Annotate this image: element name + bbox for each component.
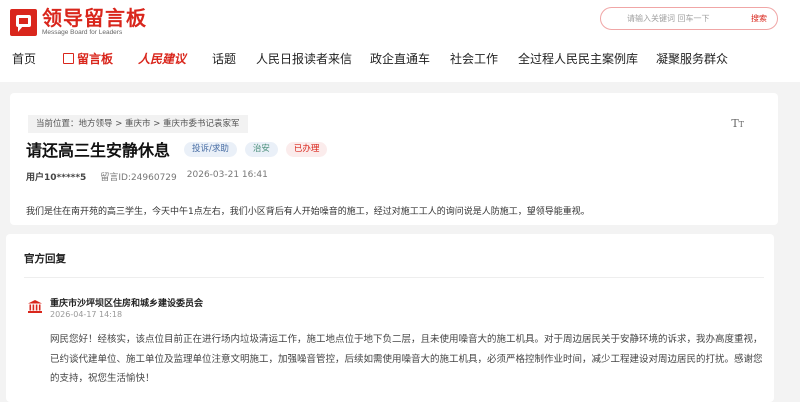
search-box: 搜索 — [600, 7, 778, 30]
edit-icon — [63, 53, 74, 64]
font-size-toggle-icon[interactable]: TT — [731, 117, 744, 130]
reply-date: 2026-04-17 14:18 — [50, 310, 123, 319]
nav-item-message-board[interactable]: 留言板 — [63, 50, 113, 67]
message-title: 请还高三生安静休息 — [26, 141, 171, 160]
user-name: 用户10*****5 — [26, 173, 87, 183]
nav-item-message-board-label: 留言板 — [77, 52, 114, 66]
title-row: 请还高三生安静休息 投诉/求助 治安 已办理 — [26, 139, 328, 160]
message-content: 我们是住在南开苑的高三学生，今天中午1点左右，我们小区背后有人开始噪音的施工，经… — [26, 207, 590, 217]
government-building-icon — [28, 300, 42, 313]
logo-subtitle: Message Board for Leaders — [42, 29, 123, 36]
reply-section-title: 官方回复 — [24, 253, 66, 265]
reply-card: 官方回复 重庆市沙坪坝区住房和城乡建设委员会 2026-04-17 14:18 … — [6, 234, 774, 402]
message-card: 当前位置：地方领导 > 重庆市 > 重庆市委书记袁家军 TT 请还高三生安静休息… — [10, 93, 778, 225]
logo-icon — [10, 8, 37, 36]
status-badge: 已办理 — [285, 141, 328, 157]
logo-title: 领导留言板 — [42, 6, 147, 30]
nav-item-social-work[interactable]: 社会工作 — [450, 50, 498, 67]
search-input[interactable] — [627, 14, 737, 23]
nav-item-gov-direct[interactable]: 政企直通车 — [370, 50, 430, 67]
breadcrumb: 当前位置：地方领导 > 重庆市 > 重庆市委书记袁家军 — [28, 115, 248, 133]
nav-item-unite-service[interactable]: 凝聚服务群众 — [656, 50, 728, 67]
divider — [24, 277, 764, 278]
search-button[interactable]: 搜索 — [751, 13, 767, 24]
nav-item-topics[interactable]: 话题 — [212, 50, 236, 67]
main-nav: 首页 留言板 人民建议 话题 人民日报读者来信 政企直通车 社会工作 全过程人民… — [0, 46, 800, 72]
message-datetime: 2026-03-21 16:41 — [186, 170, 268, 180]
nav-item-home[interactable]: 首页 — [12, 50, 36, 67]
top-header: 领导留言板 Message Board for Leaders 搜索 首页 留言… — [0, 0, 800, 82]
message-id: 留言ID:24960729 — [100, 173, 177, 183]
site-logo[interactable]: 领导留言板 Message Board for Leaders — [10, 6, 147, 38]
message-meta: 用户10*****5 留言ID:24960729 2026-03-21 16:4… — [26, 170, 268, 183]
reply-department: 重庆市沙坪坝区住房和城乡建设委员会 — [50, 299, 204, 309]
tag-topic: 治安 — [244, 141, 278, 157]
nav-item-reader-letters[interactable]: 人民日报读者来信 — [256, 50, 352, 67]
tag-category: 投诉/求助 — [184, 141, 237, 157]
reply-text: 网民您好！经核实，该点位目前正在进行场内垃圾清运工作，施工地点位于地下负二层，且… — [50, 334, 763, 384]
nav-item-rmrb-jianyi[interactable]: 人民建议 — [138, 50, 186, 67]
nav-item-whole-process[interactable]: 全过程人民民主案例库 — [518, 50, 638, 67]
